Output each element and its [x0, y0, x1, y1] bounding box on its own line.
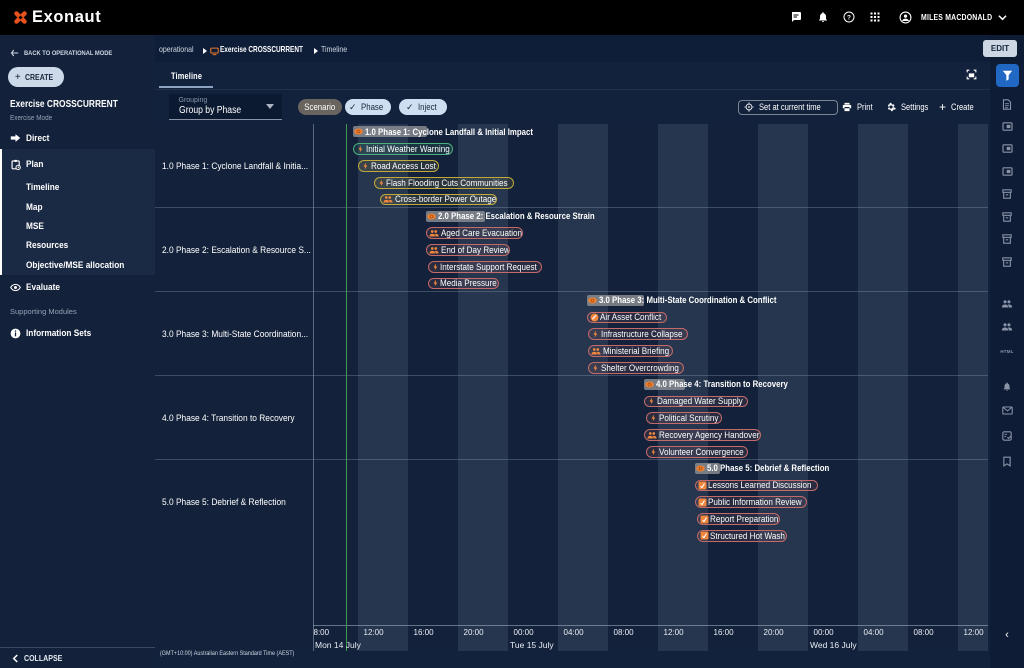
svg-text:?: ? [847, 14, 851, 21]
